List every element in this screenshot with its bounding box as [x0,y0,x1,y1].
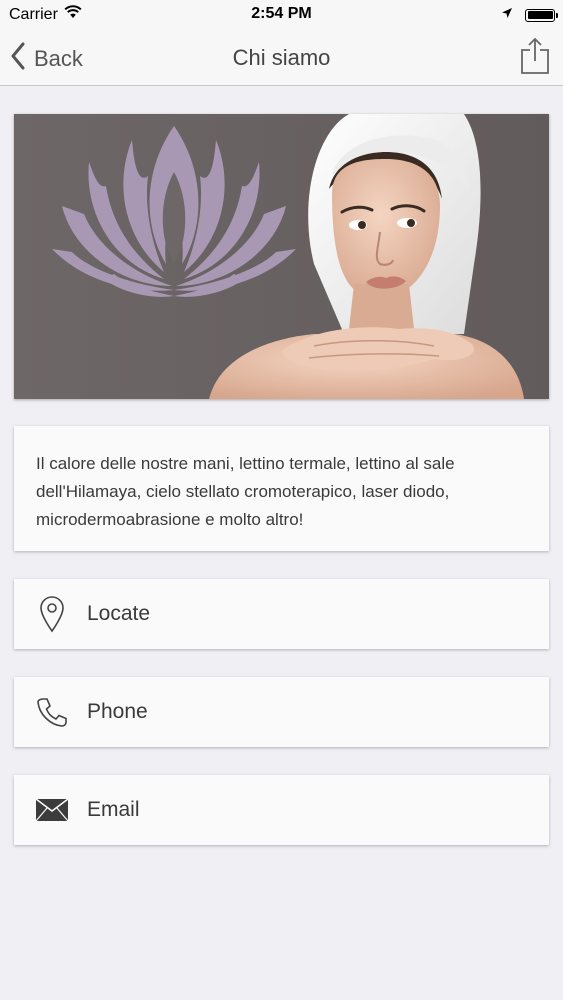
hero-image [14,114,549,399]
share-button[interactable] [519,37,551,75]
status-time: 2:54 PM [251,5,312,22]
status-right [501,6,558,24]
battery-icon [525,8,558,22]
status-bar: Carrier 2:54 PM [0,0,563,30]
description-text: Il calore delle nostre mani, lettino ter… [36,454,455,529]
locate-button[interactable]: Locate [14,579,549,649]
phone-icon [34,692,70,732]
email-label: Email [87,798,140,821]
description-card: Il calore delle nostre mani, lettino ter… [14,426,549,551]
email-button[interactable]: Email [14,775,549,845]
share-icon [519,37,551,79]
phone-label: Phone [87,700,148,723]
navigation-bar: Back Chi siamo [0,30,563,86]
locate-label: Locate [87,602,151,625]
location-arrow-icon [501,6,513,24]
page-title: Chi siamo [232,45,331,70]
spa-banner-illustration [14,114,549,399]
map-pin-icon [34,594,70,634]
envelope-icon [34,790,70,830]
phone-button[interactable]: Phone [14,677,549,747]
